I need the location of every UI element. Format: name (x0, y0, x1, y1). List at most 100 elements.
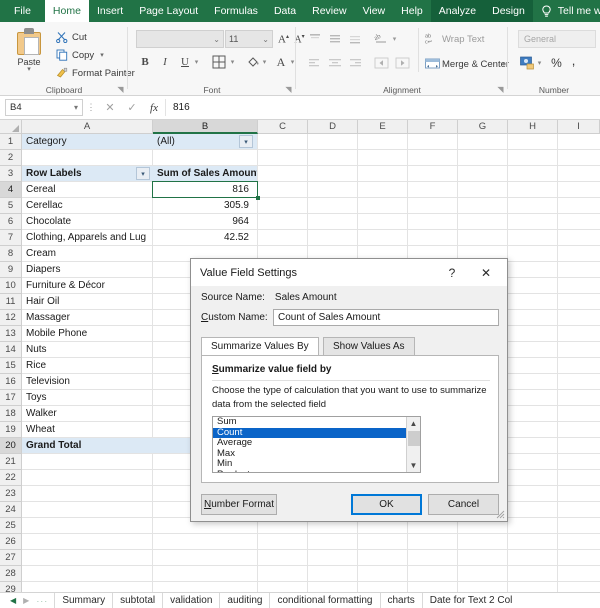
tab-formulas[interactable]: Formulas (206, 0, 266, 22)
scroll-up-arrow[interactable]: ▲ (407, 417, 420, 430)
cell-a19[interactable]: Wheat (22, 422, 152, 438)
fill-handle[interactable] (256, 196, 260, 200)
cell-a1[interactable]: Category (22, 134, 152, 150)
borders-dropdown-caret[interactable]: ▾ (228, 54, 237, 70)
column-header-g[interactable]: G (458, 120, 508, 134)
row-header-17[interactable]: 17 (0, 390, 22, 406)
copy-button[interactable]: Copy ▾ (56, 49, 104, 61)
row-header-6[interactable]: 6 (0, 214, 22, 230)
row-header-14[interactable]: 14 (0, 342, 22, 358)
column-header-i[interactable]: I (558, 120, 600, 134)
underline-dropdown-caret[interactable]: ▾ (192, 54, 201, 70)
scroll-down-arrow[interactable]: ▼ (407, 459, 420, 472)
sheet-tab-date-for-text-2-col[interactable]: Date for Text 2 Col (422, 593, 520, 608)
previous-sheet-icon[interactable]: ◀ (10, 596, 16, 605)
cell-a15[interactable]: Rice (22, 358, 152, 374)
row-header-5[interactable]: 5 (0, 198, 22, 214)
row-header-18[interactable]: 18 (0, 406, 22, 422)
sheet-tab-conditional-formatting[interactable]: conditional formatting (269, 593, 379, 608)
custom-name-input[interactable]: Count of Sales Amount (273, 309, 499, 326)
column-header-f[interactable]: F (408, 120, 458, 134)
tab-view[interactable]: View (355, 0, 394, 22)
row-header-16[interactable]: 16 (0, 374, 22, 390)
font-color-button[interactable]: A (273, 53, 289, 71)
row-header-15[interactable]: 15 (0, 358, 22, 374)
cell-a20-grand-total[interactable]: Grand Total (22, 438, 152, 454)
cell-a8[interactable]: Cream (22, 246, 152, 262)
format-painter-button[interactable]: Format Painter (56, 67, 135, 79)
cell-a14[interactable]: Nuts (22, 342, 152, 358)
tab-review[interactable]: Review (304, 0, 354, 22)
clipboard-dialog-launcher[interactable]: ◥ (116, 85, 125, 94)
row-header-28[interactable]: 28 (0, 566, 22, 582)
cell-a3-row-labels[interactable]: Row Labels (22, 166, 140, 182)
cell-b7[interactable]: 42.52 (153, 230, 253, 246)
cell-a6[interactable]: Chocolate (22, 214, 152, 230)
tab-file[interactable]: File (0, 0, 45, 22)
percent-style-button[interactable]: % (549, 54, 564, 71)
more-sheets-icon[interactable]: ··· (36, 596, 48, 606)
underline-button[interactable]: U (178, 54, 192, 70)
tab-help[interactable]: Help (393, 0, 431, 22)
increase-indent-button[interactable] (393, 55, 411, 71)
row-header-27[interactable]: 27 (0, 550, 22, 566)
formula-input[interactable]: 816 (165, 99, 600, 116)
accounting-dropdown-caret[interactable]: ▾ (535, 55, 544, 71)
tab-data[interactable]: Data (266, 0, 304, 22)
decrease-indent-button[interactable] (372, 55, 390, 71)
resize-grip-icon[interactable] (496, 510, 505, 519)
cell-a9[interactable]: Diapers (22, 262, 152, 278)
tab-insert[interactable]: Insert (89, 0, 131, 22)
paste-dropdown-caret[interactable]: ▾ (27, 67, 31, 73)
sheet-tab-subtotal[interactable]: subtotal (112, 593, 162, 608)
cell-a5[interactable]: Cerellac (22, 198, 152, 214)
cut-button[interactable]: Cut (56, 31, 87, 43)
tab-summarize-values-by[interactable]: Summarize Values By (201, 337, 319, 357)
row-header-9[interactable]: 9 (0, 262, 22, 278)
cancel-entry-icon[interactable]: ✕ (99, 101, 121, 114)
font-dialog-launcher[interactable]: ◥ (284, 85, 293, 94)
font-size-input[interactable]: 11 ⌄ (225, 30, 273, 48)
number-format-input[interactable]: General (518, 30, 596, 48)
row-header-11[interactable]: 11 (0, 294, 22, 310)
column-header-d[interactable]: D (308, 120, 358, 134)
calculation-type-listbox[interactable]: Sum Count Average Max Min Product ▲ ▼ (212, 416, 421, 473)
row-header-22[interactable]: 22 (0, 470, 22, 486)
help-icon[interactable]: ? (443, 264, 461, 282)
sheet-tab-validation[interactable]: validation (162, 593, 219, 608)
row-header-13[interactable]: 13 (0, 326, 22, 342)
row-header-8[interactable]: 8 (0, 246, 22, 262)
name-box[interactable]: B4 ▾ (5, 99, 83, 116)
align-middle-button[interactable] (326, 31, 344, 47)
cell-a11[interactable]: Hair Oil (22, 294, 152, 310)
orientation-dropdown-caret[interactable]: ▾ (390, 32, 399, 46)
alignment-dialog-launcher[interactable]: ◥ (496, 85, 505, 94)
row-header-25[interactable]: 25 (0, 518, 22, 534)
cell-a18[interactable]: Walker (22, 406, 152, 422)
row-header-12[interactable]: 12 (0, 310, 22, 326)
row-header-2[interactable]: 2 (0, 150, 22, 166)
cell-b5[interactable]: 305.9 (153, 198, 253, 214)
cancel-button[interactable]: Cancel (428, 494, 499, 515)
cell-a12[interactable]: Massager (22, 310, 152, 326)
row-header-20[interactable]: 20 (0, 438, 22, 454)
column-header-h[interactable]: H (508, 120, 558, 134)
row-header-19[interactable]: 19 (0, 422, 22, 438)
accounting-format-button[interactable] (518, 54, 536, 71)
list-option-average[interactable]: Average (213, 438, 420, 449)
row-header-10[interactable]: 10 (0, 278, 22, 294)
align-bottom-button[interactable] (346, 31, 364, 47)
borders-button[interactable] (210, 53, 228, 71)
row-header-23[interactable]: 23 (0, 486, 22, 502)
insert-function-icon[interactable]: fx (143, 102, 165, 114)
list-option-product[interactable]: Product (213, 470, 420, 474)
list-option-sum[interactable]: Sum (213, 417, 420, 428)
row-labels-filter-dropdown[interactable]: ▾ (136, 167, 150, 180)
tab-analyze[interactable]: Analyze (431, 0, 484, 22)
tab-show-values-as[interactable]: Show Values As (323, 337, 415, 356)
number-format-button[interactable]: Number Format (201, 494, 277, 515)
cell-a13[interactable]: Mobile Phone (22, 326, 152, 342)
scrollbar-thumb[interactable] (408, 431, 420, 446)
cell-a7[interactable]: Clothing, Apparels and Lug (22, 230, 152, 246)
sheet-tab-auditing[interactable]: auditing (219, 593, 269, 608)
